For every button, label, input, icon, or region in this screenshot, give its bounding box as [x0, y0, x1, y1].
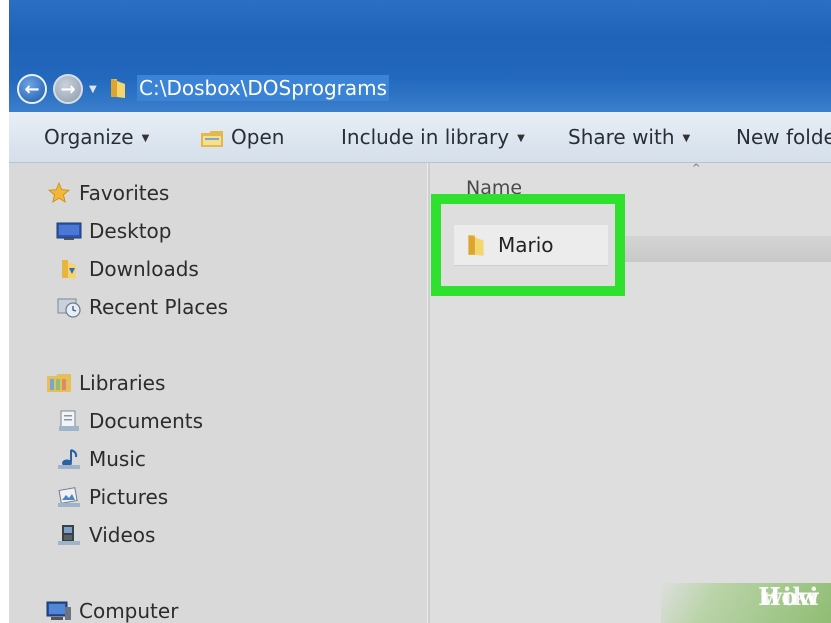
address-bar-input[interactable]: C:\Dosbox\DOSprograms	[137, 75, 390, 101]
title-bar: ← → ▼ C:\Dosbox\DOSprograms	[9, 0, 831, 112]
sidebar-item-label: Recent Places	[89, 295, 229, 319]
back-button[interactable]: ←	[17, 74, 47, 104]
chevron-down-icon: ▼	[682, 132, 691, 144]
new-folder-label: New folde	[736, 125, 831, 149]
sidebar-item-music[interactable]: Music	[55, 445, 146, 473]
wikihow-watermark: wiki How	[661, 582, 831, 623]
documents-icon	[55, 409, 83, 433]
sidebar-item-recent-places[interactable]: Recent Places	[55, 293, 228, 321]
sidebar-item-label: Downloads	[89, 257, 199, 281]
sidebar-item-label: Music	[89, 447, 146, 471]
sidebar-item-label: Pictures	[89, 485, 169, 509]
recent-pages-dropdown[interactable]: ▼	[89, 84, 97, 95]
downloads-icon	[55, 257, 83, 281]
share-with-button[interactable]: Share with ▼	[568, 124, 690, 150]
chevron-down-icon: ▼	[141, 132, 150, 144]
include-in-library-button[interactable]: Include in library ▼	[341, 124, 525, 150]
sidebar-item-computer[interactable]: Computer	[45, 597, 178, 623]
file-name: Mario	[498, 233, 554, 257]
pictures-icon	[55, 485, 83, 509]
music-icon	[55, 447, 83, 471]
explorer-window: ← → ▼ C:\Dosbox\DOSprograms Organize ▼ Op…	[9, 0, 831, 623]
desktop-icon	[55, 219, 83, 243]
list-item[interactable]: Mario	[454, 225, 608, 265]
share-with-label: Share with	[568, 125, 675, 149]
row-highlight-band	[620, 236, 831, 262]
include-in-library-label: Include in library	[341, 125, 510, 149]
folder-icon	[468, 235, 484, 256]
sidebar-item-label: Documents	[89, 409, 204, 433]
open-folder-icon	[201, 130, 223, 147]
sort-arrow-icon: ^	[692, 163, 701, 174]
arrow-right-icon: →	[60, 78, 76, 100]
sidebar-item-favorites[interactable]: Favorites	[45, 179, 169, 207]
organize-label: Organize	[44, 125, 134, 149]
videos-icon	[55, 523, 83, 547]
sidebar-item-libraries[interactable]: Libraries	[45, 369, 165, 397]
chevron-down-icon: ▼	[517, 132, 525, 144]
open-button[interactable]: Open	[199, 124, 284, 150]
sidebar-item-label: Desktop	[89, 219, 172, 243]
sidebar-item-videos[interactable]: Videos	[55, 521, 155, 549]
file-list: Name ^ Mario	[430, 163, 831, 623]
sidebar-item-documents[interactable]: Documents	[55, 407, 203, 435]
sidebar-item-downloads[interactable]: Downloads	[55, 255, 199, 283]
recent-places-icon	[55, 295, 83, 319]
new-folder-button[interactable]: New folde	[736, 124, 831, 150]
sidebar-item-label: Favorites	[79, 181, 170, 205]
forward-button[interactable]: →	[53, 74, 83, 104]
sidebar-item-label: Computer	[79, 599, 179, 623]
command-bar: Organize ▼ Open Include in library ▼ Share…	[9, 112, 831, 163]
column-header-name[interactable]: Name	[466, 177, 522, 199]
libraries-icon	[45, 371, 73, 395]
navigation-pane: Favorites Desktop Downloads Recent Place…	[9, 163, 427, 623]
sidebar-item-pictures[interactable]: Pictures	[55, 483, 168, 511]
sidebar-item-desktop[interactable]: Desktop	[55, 217, 171, 245]
computer-icon	[45, 599, 73, 623]
sidebar-item-label: Libraries	[79, 371, 166, 395]
open-label: Open	[231, 125, 285, 149]
organize-button[interactable]: Organize ▼	[44, 124, 149, 150]
star-icon	[45, 181, 73, 205]
sidebar-item-label: Videos	[89, 523, 156, 547]
folder-icon	[111, 79, 125, 98]
arrow-left-icon: ←	[24, 78, 40, 100]
